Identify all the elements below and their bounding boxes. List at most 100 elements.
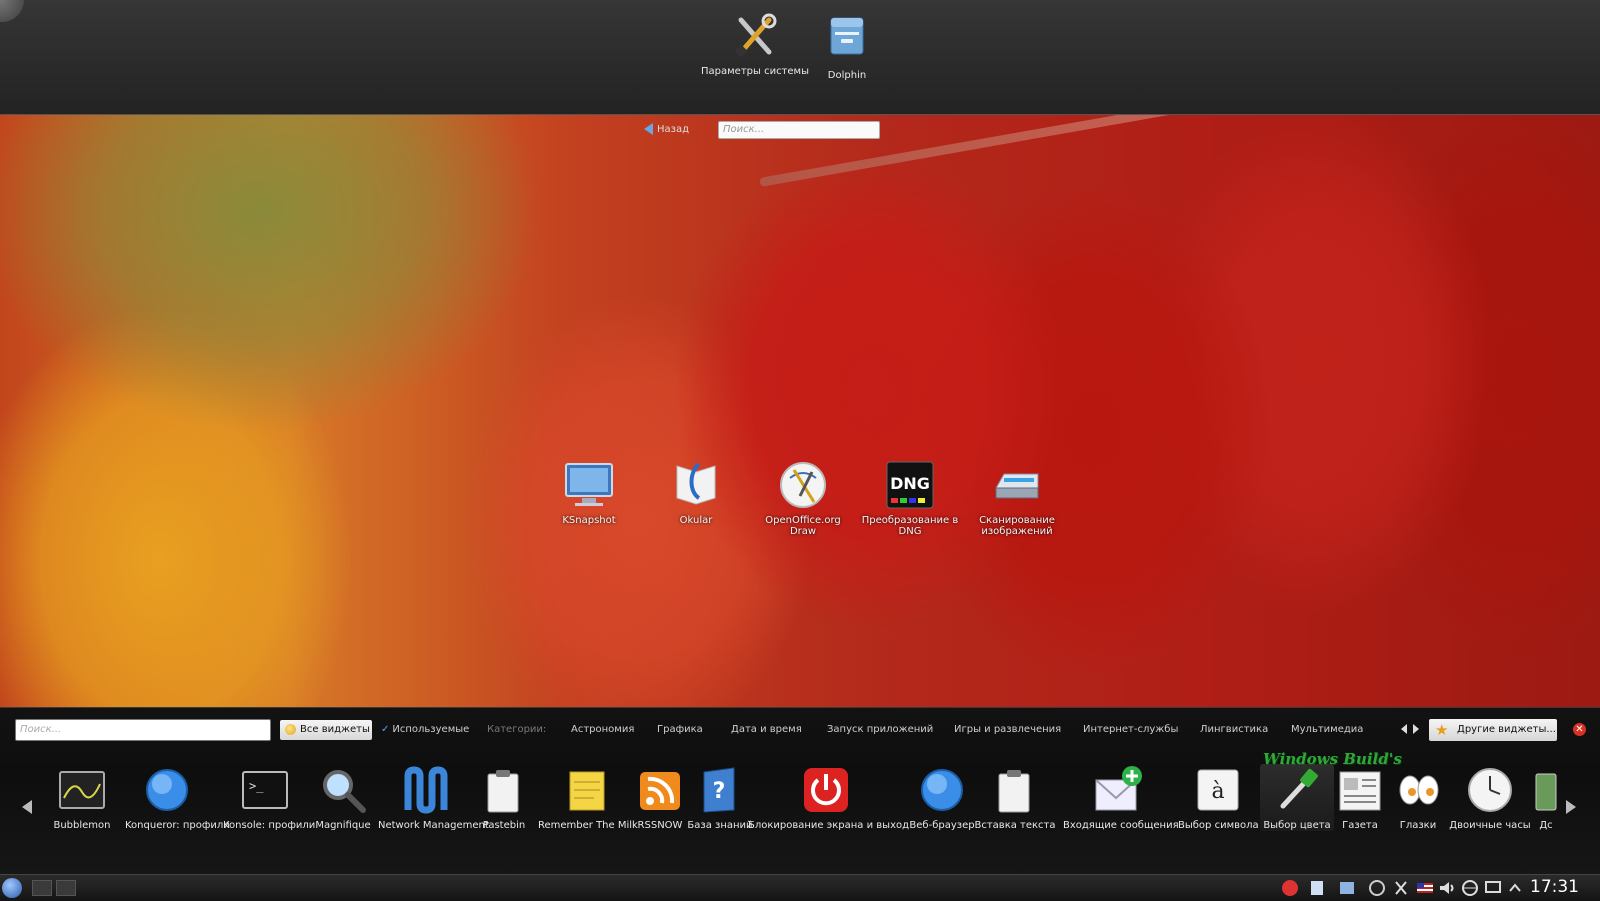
tray-monitor-icon[interactable] [1484,879,1502,897]
category-games[interactable]: Игры и развлечения [954,720,1061,740]
widget-list: Bubblemon Konqueror: профили >_ Konsole:… [48,764,1558,854]
search-input[interactable]: Поиск... [718,121,880,139]
app-label: Okular [679,515,713,526]
widget-item-partial[interactable]: Дс [1526,764,1558,831]
category-astronomy[interactable]: Астрономия [571,720,634,740]
taskbar: 17:31 [0,874,1600,901]
widget-label: Magnifique [315,820,371,831]
categories-label: Категории: [487,724,547,735]
widget-label: Веб-браузер [909,820,975,831]
tray-clipboard-icon[interactable] [1308,879,1326,897]
mail-add-icon [1092,764,1144,816]
clock[interactable]: 17:31 [1530,877,1579,897]
widget-item-paste-text[interactable]: Вставка текста [973,764,1057,831]
character-icon: à [1192,764,1244,816]
tray-info-icon[interactable] [1368,879,1386,897]
widget-label: Двоичные часы [1449,820,1531,831]
widget-label: Konsole: профили [223,820,316,831]
widget-label: Network Management [378,820,489,831]
widget-search-input[interactable]: Поиск... [15,719,271,741]
network-tray-icon[interactable] [1461,879,1479,897]
desktop-toolbox-button[interactable] [0,0,24,22]
widget-item-binary-clock[interactable]: Двоичные часы [1446,764,1534,831]
strip-scroll-left-icon[interactable] [22,800,32,814]
app-label: Сканирование изображений [979,515,1055,537]
widget-filter-bar: Поиск... Все виджеты ✓ Используемые Катег… [0,719,1600,741]
widget-item-magnifique[interactable]: Magnifique [301,764,385,831]
other-widgets-label: Другие виджеты... [1457,724,1556,735]
app-dng-converter[interactable]: DNG Преобразование в DNG [860,458,960,537]
app-label: OpenOffice.org Draw [765,515,841,537]
widget-label: Входящие сообщения [1063,820,1179,831]
pager-desktop-2[interactable] [56,880,76,896]
magnifier-icon [317,764,369,816]
app-scanner[interactable]: Сканирование изображений [967,458,1067,537]
widget-label: Газета [1342,820,1378,831]
filter-label: Используемые [392,724,470,735]
notepad-icon [560,764,612,816]
kickoff-launcher-icon[interactable] [2,878,22,898]
widget-item-network-management[interactable]: Network Management [378,764,489,831]
filter-label: Все виджеты [300,724,370,735]
file-manager-icon [823,12,871,60]
clock-icon [1464,764,1516,816]
tools-icon [731,12,779,60]
star-icon [285,724,296,735]
paste-icon [478,764,530,816]
widget-item-lock-logout[interactable]: Блокирование экрана и выход [748,764,910,831]
widget-label: Глазки [1399,820,1437,831]
category-graphics[interactable]: Графика [657,720,703,740]
filter-all-widgets[interactable]: Все виджеты [280,720,372,740]
category-app-launchers[interactable]: Запуск приложений [827,720,933,740]
widget-explorer: Поиск... Все виджеты ✓ Используемые Катег… [0,707,1600,875]
volume-icon[interactable] [1438,879,1456,897]
globe-icon [916,764,968,816]
svg-text:DNG: DNG [890,474,930,493]
app-ksnapshot[interactable]: KSnapshot [539,458,639,526]
other-widgets-button[interactable]: ★ Другие виджеты... [1429,719,1557,741]
bubblemon-icon [56,764,108,816]
tray-expand-icon[interactable] [1506,879,1524,897]
strip-scroll-right-icon[interactable] [1566,800,1576,814]
pager-desktop-1[interactable] [32,880,52,896]
category-online-services[interactable]: Интернет-службы [1083,720,1178,740]
paste-icon [989,764,1041,816]
app-openoffice-draw[interactable]: OpenOffice.org Draw [753,458,853,537]
widget-item-web-browser[interactable]: Веб-браузер [900,764,984,831]
widget-item-incoming-messages[interactable]: Входящие сообщения [1063,764,1179,831]
check-icon: ✓ [381,724,390,735]
widget-item-newspaper[interactable]: Газета [1330,764,1390,831]
widget-label: Bubblemon [53,820,111,831]
close-widget-explorer-button[interactable]: ✕ [1573,723,1586,736]
newspaper-icon [1334,764,1386,816]
widget-item-eyes[interactable]: Глазки [1388,764,1448,831]
widget-item-color-picker[interactable]: Выбор цвета [1260,764,1334,831]
category-scroll-right-icon[interactable] [1413,724,1419,734]
tray-scissors-icon[interactable] [1392,879,1410,897]
widget-label: Выбор символа [1178,820,1259,831]
keyboard-layout-flag-icon[interactable] [1416,879,1434,897]
filter-used-widgets[interactable]: ✓ Используемые [381,720,469,740]
widget-item-bubblemon[interactable]: Bubblemon [48,764,124,831]
star-icon: ★ [1435,721,1449,739]
widget-item-konsole[interactable]: >_ Konsole: профили [223,764,316,831]
monitor-snapshot-icon [562,458,616,512]
widget-item-character-picker[interactable]: à Выбор символа [1178,764,1259,831]
draw-icon [776,458,830,512]
network-icon [400,764,452,816]
widget-item-pastebin[interactable]: Pastebin [462,764,546,831]
category-date-time[interactable]: Дата и время [731,720,802,740]
category-scroll-left-icon[interactable] [1401,724,1407,734]
tray-device-icon[interactable] [1338,879,1356,897]
favorite-label: Dolphin [827,70,867,81]
category-multimedia[interactable]: Мультимедиа [1291,720,1363,740]
favorite-dolphin[interactable]: Dolphin [792,12,902,82]
back-button[interactable]: Назад [644,123,689,135]
widget-label: Блокирование экрана и выход [748,820,910,831]
category-linguistics[interactable]: Лингвистика [1200,720,1268,740]
tray-notify-icon[interactable] [1281,879,1299,897]
widget-item-konqueror[interactable]: Konqueror: профили [125,764,230,831]
eyes-icon [1392,764,1444,816]
svg-text:à: à [1211,779,1224,804]
app-okular[interactable]: Okular [646,458,746,526]
